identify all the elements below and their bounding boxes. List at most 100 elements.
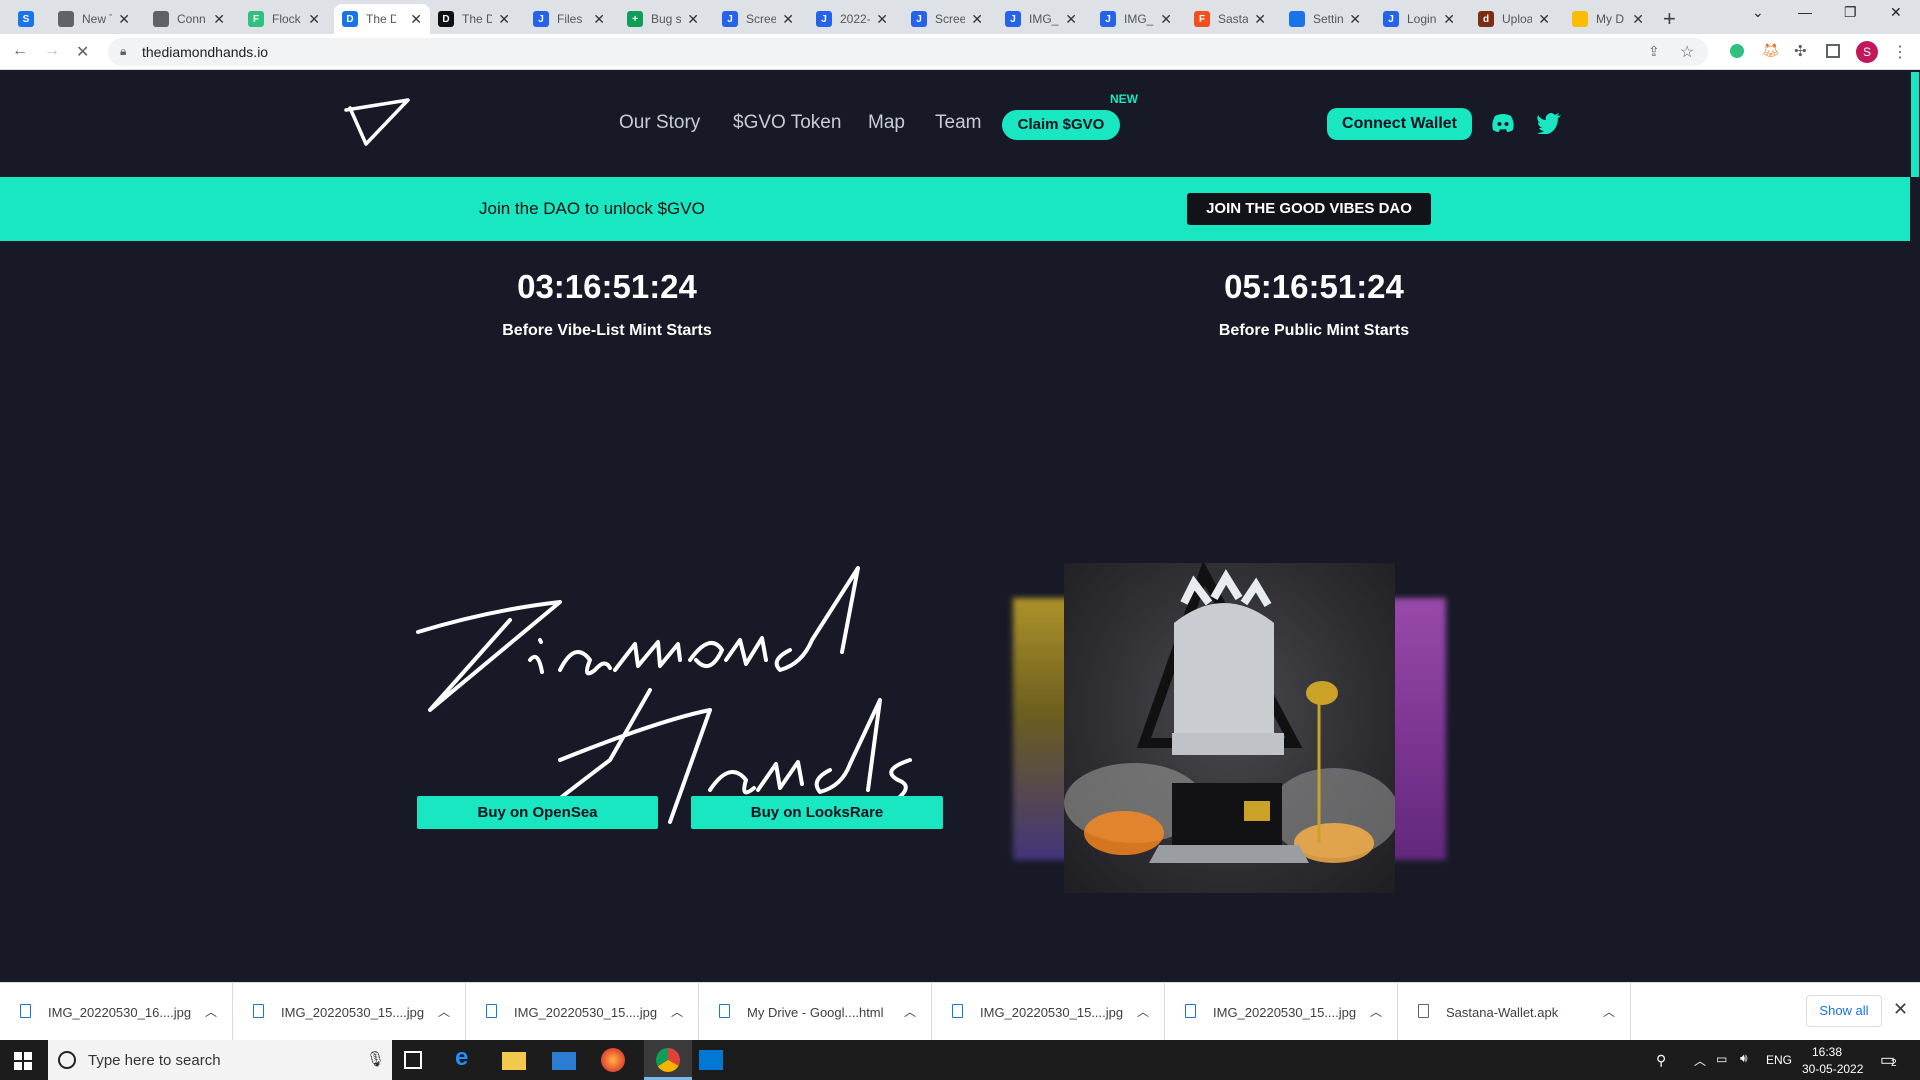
tab-search-icon[interactable]: ⌄ [1752, 4, 1764, 21]
maximize-button[interactable]: ❐ [1844, 4, 1857, 21]
new-tab-button[interactable]: + [1663, 6, 1676, 32]
download-filename[interactable]: IMG_20220530_15....jpg [1213, 1005, 1356, 1020]
tab-close-icon[interactable]: ✕ [1632, 11, 1644, 27]
browser-tab[interactable]: J Scree ✕ [903, 4, 991, 34]
claim-gvo-button[interactable]: Claim $GVO [1002, 110, 1120, 140]
browser-tab[interactable]: New T ✕ [50, 4, 138, 34]
nft-artwork-diamond-hand[interactable] [1064, 563, 1395, 893]
browser-tab[interactable]: Settin ✕ [1281, 4, 1369, 34]
tab-title[interactable]: Scree [935, 12, 965, 26]
browser-tab[interactable]: J Scree ✕ [714, 4, 802, 34]
address-bar[interactable]: 🔒︎ thediamondhands.io ⇪ ☆ [108, 38, 1708, 66]
browser-tab[interactable]: J IMG_ ✕ [997, 4, 1085, 34]
browser-tab[interactable]: D The D ✕ [334, 4, 430, 34]
url-text[interactable]: thediamondhands.io [142, 44, 268, 60]
tab-title[interactable]: Settin [1313, 12, 1343, 26]
download-options-chevron-icon[interactable]: ︿ [205, 1003, 217, 1020]
tab-title[interactable]: My D [1596, 12, 1626, 26]
tab-title[interactable]: 2022- [840, 12, 870, 26]
side-panel-icon[interactable] [1826, 44, 1840, 58]
tab-title[interactable]: The D [462, 12, 492, 26]
tab-title[interactable]: Scree [746, 12, 776, 26]
download-filename[interactable]: Sastana-Wallet.apk [1446, 1005, 1558, 1020]
download-item[interactable]: IMG_20220530_15....jpg ︿ [932, 983, 1165, 1041]
download-options-chevron-icon[interactable]: ︿ [1137, 1003, 1149, 1020]
task-view-icon[interactable] [404, 1051, 422, 1069]
tab-close-icon[interactable]: ✕ [593, 11, 605, 27]
chrome-menu-icon[interactable]: ⋮ [1892, 42, 1908, 62]
tab-close-icon[interactable]: ✕ [1065, 11, 1077, 27]
minimize-button[interactable]: — [1798, 4, 1812, 20]
download-options-chevron-icon[interactable]: ︿ [438, 1003, 450, 1020]
firefox-icon[interactable] [601, 1048, 625, 1072]
tab-title[interactable]: IMG_ [1124, 12, 1154, 26]
taskbar-search-placeholder[interactable]: Type here to search [88, 1052, 221, 1069]
download-item[interactable]: Sastana-Wallet.apk ︿ [1398, 983, 1631, 1041]
browser-tab[interactable]: S [10, 4, 44, 34]
buy-on-looksrare-button[interactable]: Buy on LooksRare [691, 796, 943, 829]
tray-expand-icon[interactable]: ︿ [1694, 1052, 1706, 1069]
tab-close-icon[interactable]: ✕ [213, 11, 225, 27]
browser-tab[interactable]: + Bug s ✕ [619, 4, 707, 34]
nav-our-story[interactable]: Our Story [619, 112, 700, 134]
tab-close-icon[interactable]: ✕ [1349, 11, 1361, 27]
language-indicator[interactable]: ENG [1766, 1053, 1792, 1067]
clock-date[interactable]: 30-05-2022 [1802, 1062, 1863, 1076]
join-dao-button[interactable]: JOIN THE GOOD VIBES DAO [1187, 193, 1431, 225]
grammarly-extension-icon[interactable] [1730, 44, 1744, 58]
tab-title[interactable]: IMG_ [1029, 12, 1059, 26]
nav-team[interactable]: Team [935, 112, 981, 134]
windows-start-icon[interactable] [14, 1052, 32, 1070]
tab-title[interactable]: New T [82, 12, 112, 26]
microphone-icon[interactable]: 🎙︎ [366, 1050, 385, 1068]
stop-loading-icon[interactable]: ✕ [76, 42, 89, 62]
browser-tab[interactable]: J Login ✕ [1375, 4, 1463, 34]
edge-icon[interactable]: e [455, 1044, 479, 1071]
metamask-extension-icon[interactable]: 🦊︎ [1762, 42, 1780, 59]
site-logo-icon[interactable] [344, 96, 414, 148]
tab-title[interactable]: Files [557, 12, 587, 26]
tab-close-icon[interactable]: ✕ [782, 11, 794, 27]
nav-gvo-token[interactable]: $GVO Token [733, 112, 841, 134]
tab-close-icon[interactable]: ✕ [118, 11, 130, 27]
download-options-chevron-icon[interactable]: ︿ [904, 1003, 916, 1020]
store-icon[interactable] [699, 1050, 723, 1070]
volume-icon[interactable]: 🔊︎ [1740, 1051, 1748, 1066]
tab-title[interactable]: The D [366, 12, 396, 26]
connect-wallet-button[interactable]: Connect Wallet [1327, 108, 1472, 140]
people-icon[interactable]: ⚲ [1656, 1052, 1666, 1069]
browser-tab[interactable]: J Files ✕ [525, 4, 613, 34]
tab-close-icon[interactable]: ✕ [1538, 11, 1550, 27]
browser-tab[interactable]: F Sasta ✕ [1186, 4, 1274, 34]
tab-title[interactable]: Sasta [1218, 12, 1248, 26]
file-explorer-icon[interactable] [502, 1052, 526, 1070]
close-downloads-bar-icon[interactable]: ✕ [1893, 999, 1908, 1020]
download-filename[interactable]: IMG_20220530_15....jpg [980, 1005, 1123, 1020]
share-icon[interactable]: ⇪ [1648, 43, 1660, 60]
discord-icon[interactable] [1491, 113, 1515, 133]
tab-title[interactable]: Conn [177, 12, 207, 26]
tab-title[interactable]: Flock [272, 12, 302, 26]
tab-close-icon[interactable]: ✕ [410, 11, 422, 27]
twitter-icon[interactable] [1536, 112, 1562, 134]
tab-close-icon[interactable]: ✕ [1160, 11, 1172, 27]
network-icon[interactable]: ▭ [1716, 1052, 1727, 1066]
download-item[interactable]: IMG_20220530_15....jpg ︿ [233, 983, 466, 1041]
back-icon[interactable]: ← [12, 42, 28, 60]
download-item[interactable]: My Drive - Googl....html ︿ [699, 983, 932, 1041]
download-options-chevron-icon[interactable]: ︿ [1603, 1003, 1615, 1020]
download-filename[interactable]: IMG_20220530_16....jpg [48, 1005, 191, 1020]
tab-close-icon[interactable]: ✕ [971, 11, 983, 27]
browser-tab[interactable]: F Flock ✕ [240, 4, 328, 34]
mail-icon[interactable] [552, 1052, 576, 1070]
taskbar-search-box[interactable]: Type here to search 🎙︎ [48, 1040, 392, 1080]
forward-icon[interactable]: → [44, 42, 60, 60]
download-options-chevron-icon[interactable]: ︿ [671, 1003, 683, 1020]
browser-tab[interactable]: d Uploa ✕ [1470, 4, 1558, 34]
download-filename[interactable]: IMG_20220530_15....jpg [281, 1005, 424, 1020]
tab-close-icon[interactable]: ✕ [1254, 11, 1266, 27]
browser-tab[interactable]: J IMG_ ✕ [1092, 4, 1180, 34]
page-scrollbar-thumb[interactable] [1911, 72, 1919, 177]
taskbar-chrome-active[interactable] [644, 1040, 692, 1080]
browser-tab[interactable]: J 2022- ✕ [808, 4, 896, 34]
